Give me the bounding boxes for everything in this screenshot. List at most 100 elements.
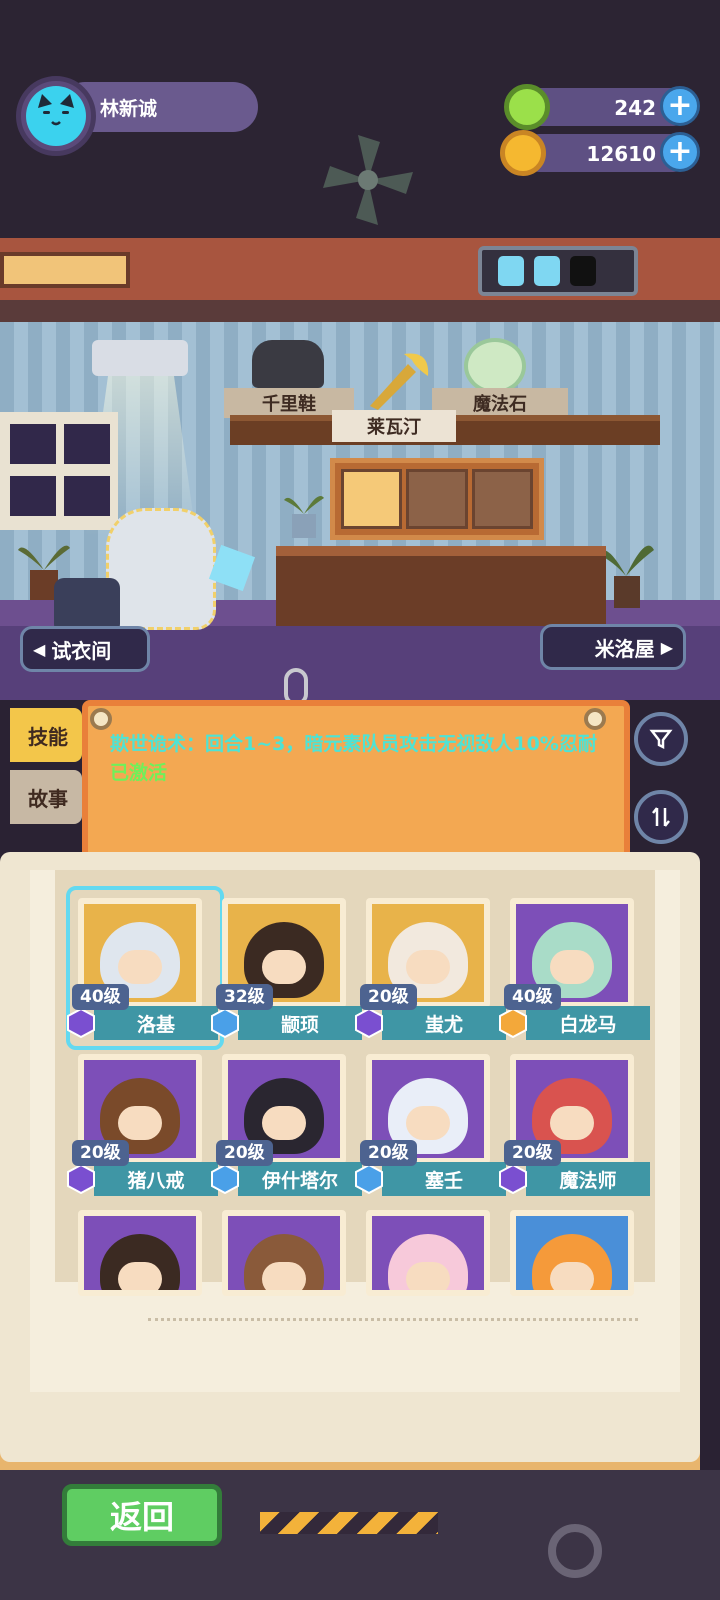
- character-card[interactable]: [222, 1210, 350, 1358]
- filter-button[interactable]: [634, 712, 688, 766]
- shelf-label-sword: 莱瓦汀: [332, 410, 456, 442]
- ceiling-beam: [0, 300, 720, 322]
- character-card[interactable]: 洛基 40级: [66, 886, 224, 1050]
- character-preview[interactable]: [106, 508, 216, 630]
- character-face: [406, 950, 450, 984]
- return-button[interactable]: 返回: [62, 1484, 222, 1546]
- wooden-cabinet: [276, 546, 606, 626]
- hazard-stripe: [260, 1512, 438, 1534]
- character-card[interactable]: [78, 1210, 206, 1358]
- character-face: [118, 1106, 162, 1140]
- small-plant-icon: [282, 484, 326, 540]
- character-card[interactable]: 魔法师 20级: [499, 1054, 650, 1202]
- rivet-icon: [584, 708, 606, 730]
- character-portrait: [222, 1210, 346, 1296]
- character-name: 猪八戒: [94, 1162, 218, 1196]
- character-card[interactable]: 伊什塔尔 20级: [211, 1054, 362, 1202]
- dark-element-icon: [354, 1006, 384, 1040]
- green-gem-coin-icon: [504, 84, 550, 130]
- player-name: 林新诚: [100, 98, 158, 120]
- character-level: 20级: [504, 1140, 561, 1166]
- display-case: [330, 458, 544, 540]
- character-portrait: [510, 1210, 634, 1296]
- character-level: 20级: [360, 1140, 417, 1166]
- sort-icon: [652, 807, 670, 827]
- ceiling-fan-icon: [323, 135, 413, 225]
- water-element-icon: [210, 1006, 240, 1040]
- gear-icon: [548, 1524, 602, 1578]
- display-slot[interactable]: [471, 469, 533, 529]
- character-face: [118, 950, 162, 984]
- filter-icon: [649, 729, 673, 750]
- water-element-icon: [210, 1162, 240, 1196]
- energy-meter: [478, 246, 638, 296]
- character-card[interactable]: 颛顼 32级: [211, 898, 362, 1046]
- gold-amount: 12610: [586, 142, 656, 166]
- sort-button[interactable]: [634, 790, 688, 844]
- skill-description: 欺世诡术：回合1~3，暗元素队员攻击无视敌人10%忍耐 已激活: [110, 730, 610, 788]
- tab-skill[interactable]: 技能: [10, 708, 82, 762]
- empty-energy-cell-icon: [570, 256, 596, 286]
- milo-house-label: 米洛屋: [594, 636, 655, 661]
- character-card[interactable]: 塞壬 20级: [355, 1054, 506, 1202]
- character-level: 20级: [360, 984, 417, 1010]
- character-name: 魔法师: [526, 1162, 650, 1196]
- character-face: [118, 1262, 162, 1290]
- character-card[interactable]: 猪八戒 20级: [67, 1054, 218, 1202]
- gem-amount: 242: [614, 96, 656, 120]
- water-element-icon: [354, 1162, 384, 1196]
- character-name: 颛顼: [238, 1006, 362, 1040]
- character-level: 20级: [216, 1140, 273, 1166]
- energy-cell-icon: [534, 256, 560, 286]
- character-face: [262, 950, 306, 984]
- display-slot[interactable]: [406, 469, 468, 529]
- character-name: 白龙马: [526, 1006, 650, 1040]
- cat-face-icon: [26, 86, 86, 146]
- fitting-room-label: 试衣间: [51, 638, 112, 663]
- player-avatar[interactable]: [16, 76, 96, 156]
- character-portrait: [366, 1210, 490, 1296]
- character-art: [228, 1216, 340, 1290]
- ceiling-vent: [0, 252, 130, 288]
- character-face: [406, 1262, 450, 1290]
- character-card[interactable]: [510, 1210, 638, 1358]
- add-gems-button[interactable]: +: [660, 86, 700, 126]
- character-face: [262, 1262, 306, 1290]
- character-card[interactable]: 白龙马 40级: [499, 898, 650, 1046]
- skill-text: 欺世诡术：回合1~3，暗元素队员攻击无视敌人10%忍耐: [110, 733, 597, 755]
- rivet-icon: [90, 708, 112, 730]
- character-face: [406, 1106, 450, 1140]
- tab-story[interactable]: 故事: [10, 770, 82, 824]
- skill-status: 已激活: [110, 762, 168, 784]
- dark-element-icon: [498, 1162, 528, 1196]
- shoe-icon[interactable]: [252, 340, 324, 388]
- golden-sword-icon[interactable]: [364, 346, 434, 410]
- character-card[interactable]: [366, 1210, 494, 1358]
- magic-orb-icon[interactable]: [464, 338, 526, 394]
- character-art: [516, 1216, 628, 1290]
- character-face: [550, 1262, 594, 1290]
- character-level: 20级: [72, 1140, 129, 1166]
- character-name: 伊什塔尔: [238, 1162, 362, 1196]
- fitting-room-button[interactable]: ◀ 试衣间: [20, 626, 150, 672]
- character-name: 蚩尤: [382, 1006, 506, 1040]
- display-slot-selected[interactable]: [341, 469, 403, 529]
- light-element-icon: [498, 1006, 528, 1040]
- character-level: 32级: [216, 984, 273, 1010]
- energy-cell-icon: [498, 256, 524, 286]
- character-name: 塞壬: [382, 1162, 506, 1196]
- dark-element-icon: [66, 1162, 96, 1196]
- character-art: [84, 1216, 196, 1290]
- character-level: 40级: [504, 984, 561, 1010]
- character-card[interactable]: 蚩尤 20级: [355, 898, 506, 1046]
- tab-skill-label: 技能: [28, 724, 68, 749]
- dark-element-icon: [66, 1006, 96, 1040]
- milo-house-button[interactable]: 米洛屋 ▶: [540, 624, 686, 670]
- gold-planet-coin-icon: [500, 130, 546, 176]
- character-face: [550, 1106, 594, 1140]
- character-face: [262, 1106, 306, 1140]
- add-gold-button[interactable]: +: [660, 132, 700, 172]
- character-name: 洛基: [94, 1006, 218, 1040]
- room-window: [0, 412, 118, 530]
- arrow-right-icon: ▶: [660, 637, 673, 657]
